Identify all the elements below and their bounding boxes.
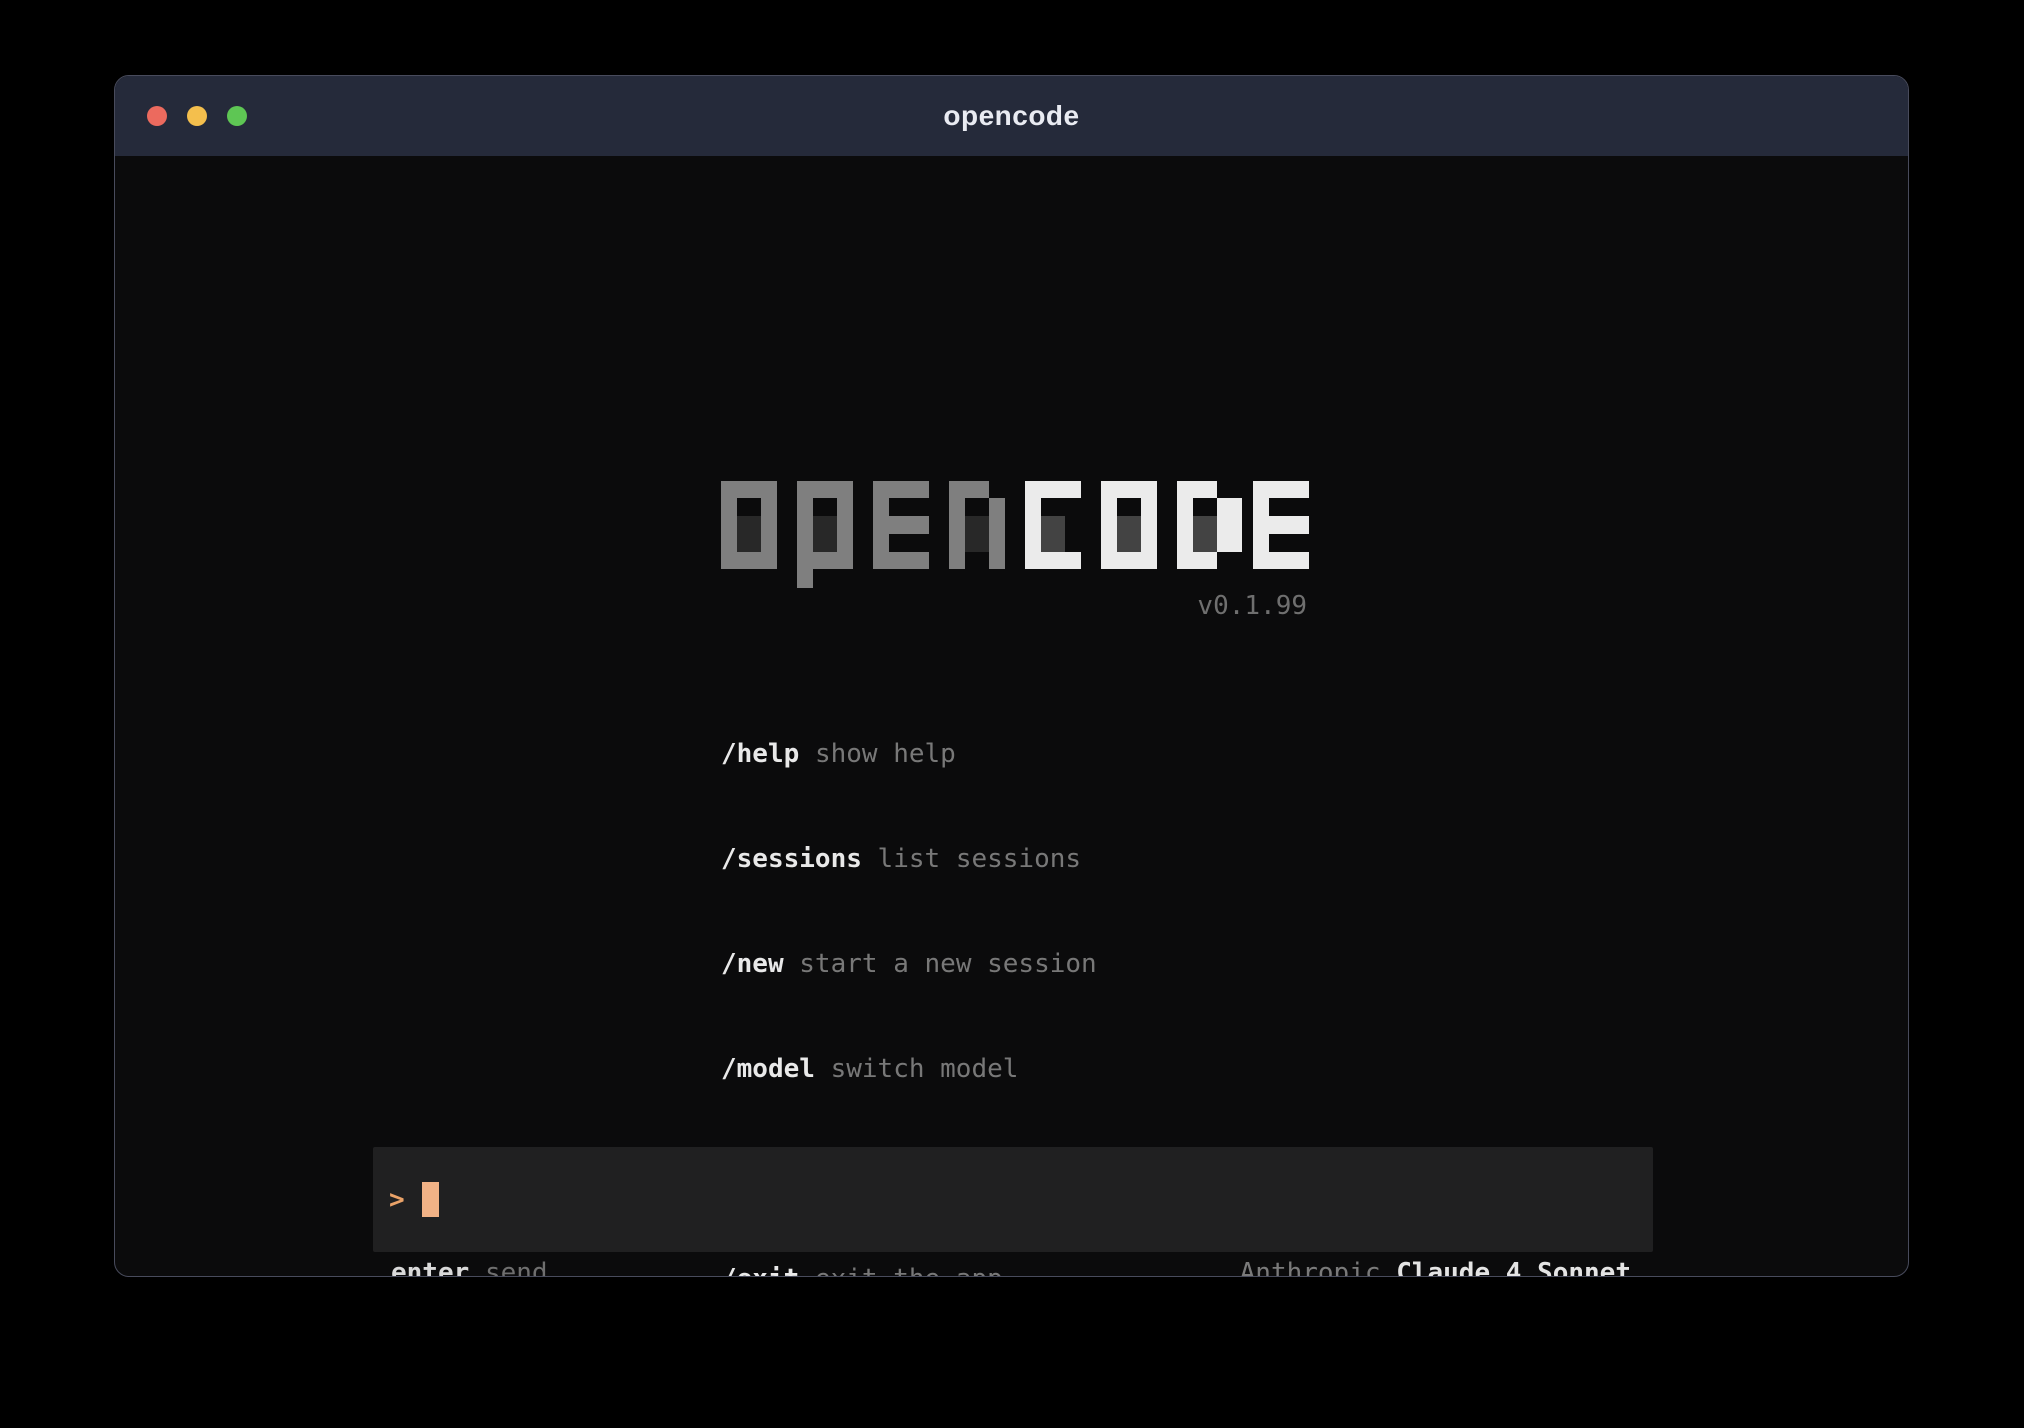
- command-row: /sessions list sessions: [721, 842, 1309, 877]
- logo-letter-o: [721, 481, 777, 588]
- command-description: switch model: [831, 1054, 1019, 1084]
- logo-letter-o: [1101, 481, 1157, 588]
- keybind-key: enter: [391, 1258, 469, 1277]
- command-name: /new: [721, 949, 784, 979]
- command-description: list sessions: [878, 844, 1082, 874]
- terminal-content: v0.1.99 /help show help /sessions list s…: [115, 156, 1908, 1277]
- minimize-button[interactable]: [187, 106, 207, 126]
- model-indicator: Anthropic Claude 4 Sonnet: [1240, 1258, 1631, 1277]
- window-title: opencode: [943, 100, 1079, 132]
- logo-letter-d: [1177, 481, 1233, 588]
- logo-letter-c: [1025, 481, 1081, 588]
- logo-letter-e: [1253, 481, 1309, 588]
- status-bar: enter send Anthropic Claude 4 Sonnet: [373, 1252, 1653, 1277]
- command-name: /help: [721, 739, 799, 769]
- command-description: start a new session: [799, 949, 1096, 979]
- keybind-hint: enter send: [391, 1258, 548, 1277]
- window-titlebar: opencode: [115, 76, 1908, 156]
- fullscreen-button[interactable]: [227, 106, 247, 126]
- opencode-window: opencode v0.1.99 /help show help /sessio…: [114, 75, 1909, 1277]
- logo-letter-p: [797, 481, 853, 588]
- keybind-action: send: [485, 1258, 548, 1277]
- model-name: Claude 4 Sonnet: [1396, 1258, 1631, 1277]
- prompt-symbol: >: [389, 1185, 405, 1215]
- opencode-logo: [721, 481, 1309, 588]
- command-description: show help: [815, 739, 956, 769]
- traffic-lights: [147, 76, 247, 156]
- text-cursor: [422, 1182, 439, 1217]
- logo-letter-e: [873, 481, 929, 588]
- command-input[interactable]: >: [373, 1147, 1653, 1252]
- command-name: /sessions: [721, 844, 862, 874]
- command-row: /new start a new session: [721, 947, 1309, 982]
- version-label: v0.1.99: [721, 590, 1309, 623]
- provider-name: Anthropic: [1240, 1258, 1381, 1277]
- command-name: /model: [721, 1054, 815, 1084]
- close-button[interactable]: [147, 106, 167, 126]
- logo-letter-n: [949, 481, 1005, 588]
- command-row: /model switch model: [721, 1052, 1309, 1087]
- command-row: /help show help: [721, 737, 1309, 772]
